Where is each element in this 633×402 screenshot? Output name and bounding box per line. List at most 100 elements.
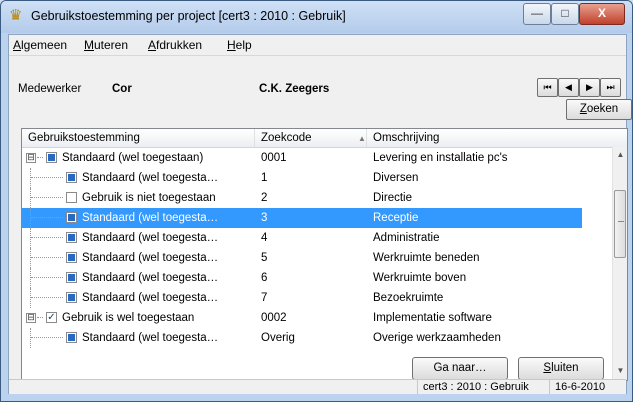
menu-muteren[interactable]: Muteren <box>84 38 128 52</box>
status-separator <box>549 380 550 394</box>
row-permission: Standaard (wel toegesta… <box>82 252 219 264</box>
table-row[interactable]: Standaard (wel toegesta… 3 Receptie <box>22 208 582 228</box>
search-button[interactable]: Zoeken <box>566 99 632 120</box>
row-description: Levering en installatie pc's <box>373 152 508 164</box>
row-searchcode: 5 <box>261 252 268 264</box>
client-area: Algemeen Muteren Afdrukken Help Medewerk… <box>8 34 632 394</box>
row-searchcode: 3 <box>261 212 268 224</box>
grid-header: Gebruikstoestemming Zoekcode ▲ Omschrijv… <box>22 129 627 148</box>
tree-connector <box>31 337 63 339</box>
scroll-down-arrow-icon[interactable]: ▼ <box>613 363 627 378</box>
permissions-grid[interactable]: Gebruikstoestemming Zoekcode ▲ Omschrijv… <box>21 128 628 381</box>
row-searchcode: 0002 <box>261 312 287 324</box>
row-description: Receptie <box>373 212 419 224</box>
scroll-thumb[interactable] <box>614 190 626 258</box>
previous-record-button[interactable]: ◀ <box>558 78 579 97</box>
menu-algemeen[interactable]: Algemeen <box>13 38 67 52</box>
row-permission: Standaard (wel toegesta… <box>82 212 219 224</box>
close-window-button[interactable]: X <box>579 3 625 25</box>
row-searchcode: 7 <box>261 292 268 304</box>
row-permission: Standaard (wel toegesta… <box>82 332 219 344</box>
checkbox-indeterminate-icon[interactable] <box>66 172 77 183</box>
column-header-description[interactable]: Omschrijving <box>367 129 627 147</box>
first-record-button[interactable]: ⏮ <box>537 78 558 97</box>
employee-name: C.K. Zeegers <box>259 83 330 95</box>
row-permission: Standaard (wel toegesta… <box>82 172 219 184</box>
table-row[interactable]: ⊟ ✓ Gebruik is wel toegestaan 0002 Implement… <box>22 308 612 328</box>
menu-help[interactable]: Help <box>227 38 252 52</box>
sort-ascending-icon: ▲ <box>358 134 366 143</box>
row-searchcode: 1 <box>261 172 268 184</box>
row-permission: Standaard (wel toegestaan) <box>62 152 204 164</box>
tree-connector <box>37 157 43 159</box>
employee-label: Medewerker <box>18 83 82 95</box>
checkbox-checked-icon[interactable]: ✓ <box>46 312 57 323</box>
checkbox-indeterminate-icon[interactable] <box>66 272 77 283</box>
row-description: Bezoekruimte <box>373 292 444 304</box>
window-title: Gebruikstoestemming per project [cert3 :… <box>31 9 346 23</box>
grip-icon <box>618 221 624 223</box>
menu-bar: Algemeen Muteren Afdrukken Help <box>9 35 626 56</box>
row-permission: Standaard (wel toegesta… <box>82 272 219 284</box>
checkbox-indeterminate-icon[interactable] <box>66 332 77 343</box>
tree-connector <box>31 297 63 299</box>
status-separator <box>417 380 418 394</box>
close-button[interactable]: Sluiten <box>518 357 604 380</box>
collapse-tree-icon[interactable]: ⊟ <box>26 153 36 163</box>
tree-connector <box>31 277 63 279</box>
row-description: Overige werkzaamheden <box>373 332 501 344</box>
tree-connector <box>37 317 43 319</box>
row-permission: Gebruik is wel toegestaan <box>62 312 195 324</box>
row-description: Werkruimte boven <box>373 272 467 284</box>
table-row[interactable]: Standaard (wel toegesta… 4 Administratie <box>22 228 612 248</box>
tree-connector <box>31 177 63 179</box>
row-description: Administratie <box>373 232 440 244</box>
column-header-searchcode[interactable]: Zoekcode <box>255 129 367 147</box>
status-bar: cert3 : 2010 : Gebruik 16-6-2010 <box>9 379 626 394</box>
checkbox-empty-icon[interactable] <box>66 192 77 203</box>
table-row[interactable]: Standaard (wel toegesta… 6 Werkruimte bove… <box>22 268 612 288</box>
checkbox-indeterminate-icon[interactable] <box>66 252 77 263</box>
tree-connector <box>31 217 63 219</box>
table-row[interactable]: Gebruik is niet toegestaan 2 Directie <box>22 188 612 208</box>
row-searchcode: 4 <box>261 232 268 244</box>
row-searchcode: 6 <box>261 272 268 284</box>
column-header-permission[interactable]: Gebruikstoestemming <box>22 129 255 147</box>
minimize-button[interactable]: — <box>523 3 551 25</box>
tree-connector <box>31 257 63 259</box>
table-row[interactable]: Standaard (wel toegesta… 7 Bezoekruimte <box>22 288 612 308</box>
table-row[interactable]: Standaard (wel toegesta… 5 Werkruimte bene… <box>22 248 612 268</box>
checkbox-indeterminate-icon[interactable] <box>66 212 77 223</box>
table-row[interactable]: ⊟ Standaard (wel toegestaan) 0001 Levering … <box>22 148 612 168</box>
table-row[interactable]: Standaard (wel toegesta… Overig Overige we… <box>22 328 612 348</box>
row-description: Implementatie software <box>373 312 492 324</box>
row-searchcode: 0001 <box>261 152 287 164</box>
row-permission: Standaard (wel toegesta… <box>82 292 219 304</box>
row-description: Werkruimte beneden <box>373 252 480 264</box>
status-date: 16-6-2010 <box>555 381 606 393</box>
status-context: cert3 : 2010 : Gebruik <box>423 381 529 393</box>
checkbox-indeterminate-icon[interactable] <box>66 292 77 303</box>
title-bar[interactable]: ♛ Gebruikstoestemming per project [cert3… <box>1 1 632 33</box>
goto-button[interactable]: Ga naar… <box>412 357 508 380</box>
crown-app-icon: ♛ <box>9 7 23 24</box>
vertical-scrollbar[interactable]: ▲ ▼ <box>612 147 627 380</box>
collapse-tree-icon[interactable]: ⊟ <box>26 313 36 323</box>
last-record-button[interactable]: ⏭ <box>600 78 621 97</box>
menu-afdrukken[interactable]: Afdrukken <box>148 38 202 52</box>
row-searchcode: Overig <box>261 332 295 344</box>
scroll-up-arrow-icon[interactable]: ▲ <box>613 147 627 162</box>
checkbox-indeterminate-icon[interactable] <box>46 152 57 163</box>
row-description: Diversen <box>373 172 419 184</box>
row-permission: Standaard (wel toegesta… <box>82 232 219 244</box>
maximize-button[interactable]: □ <box>551 3 579 25</box>
checkbox-indeterminate-icon[interactable] <box>66 232 77 243</box>
row-permission: Gebruik is niet toegestaan <box>82 192 216 204</box>
row-description: Directie <box>373 192 412 204</box>
row-searchcode: 2 <box>261 192 268 204</box>
tree-connector <box>31 197 63 199</box>
main-window: ♛ Gebruikstoestemming per project [cert3… <box>0 0 633 402</box>
next-record-button[interactable]: ▶ <box>579 78 600 97</box>
table-row[interactable]: Standaard (wel toegesta… 1 Diversen <box>22 168 612 188</box>
tree-connector <box>31 237 63 239</box>
